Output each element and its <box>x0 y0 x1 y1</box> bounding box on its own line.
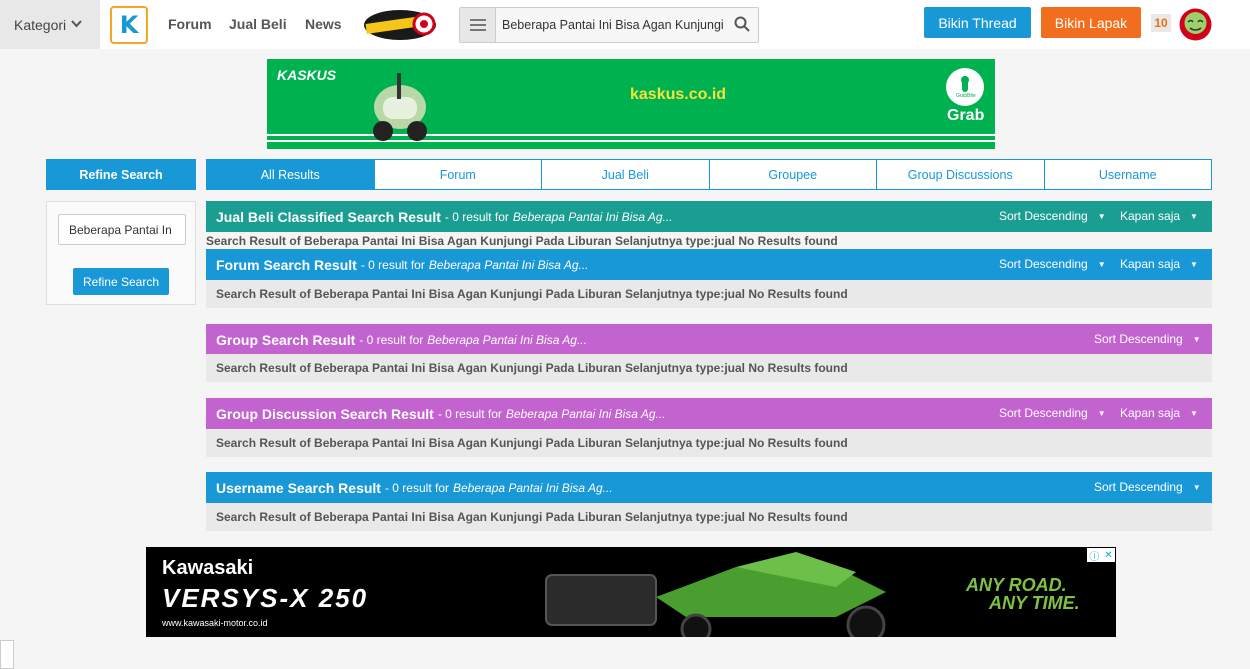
result-title: Username Search Result <box>216 479 381 496</box>
caret-down-icon: ▼ <box>1097 409 1106 419</box>
refine-search-input[interactable] <box>58 214 186 245</box>
sort-dropdown[interactable]: Sort Descending ▼ <box>999 257 1106 271</box>
kategori-dropdown[interactable]: Kategori <box>0 0 100 49</box>
top-navbar: Kategori K Forum Jual Beli News Bikin Th… <box>0 0 1250 49</box>
sort-dropdown[interactable]: Sort Descending ▼ <box>999 209 1106 223</box>
banner-model-name: VERSYS-X 250 <box>162 583 369 613</box>
tab-username[interactable]: Username <box>1043 160 1212 189</box>
kategori-label: Kategori <box>14 16 67 33</box>
caret-down-icon: ▼ <box>1192 335 1201 345</box>
banner-kawasaki-brand: Kawasaki <box>162 557 254 579</box>
tab-groupee[interactable]: Groupee <box>708 160 877 189</box>
caret-down-icon: ▼ <box>1190 212 1198 222</box>
sort-label: Sort Descending <box>999 257 1088 271</box>
result-count: - 0 result for <box>437 406 502 421</box>
group-discussion-result-message: Search Result of Beberapa Pantai Ini Bis… <box>206 429 1212 457</box>
grabfood-label: GrabBite <box>956 93 976 99</box>
sort-dropdown[interactable]: Sort Descending ▼ <box>1094 332 1201 346</box>
motorcycle-image <box>545 552 886 637</box>
group-result-message: Search Result of Beberapa Pantai Ini Bis… <box>206 354 1212 382</box>
username-result-message: Search Result of Beberapa Pantai Ini Bis… <box>206 503 1212 531</box>
bikin-lapak-button[interactable]: Bikin Lapak <box>1041 7 1141 38</box>
caret-down-icon: ▼ <box>1190 260 1198 270</box>
kawasaki-banner[interactable]: Kawasaki VERSYS-X 250 www.kawasaki-motor… <box>146 547 1116 637</box>
chevron-down-icon <box>71 19 82 31</box>
tab-group-discussions[interactable]: Group Discussions <box>876 160 1044 189</box>
info-icon[interactable]: ⓘ <box>1089 548 1099 563</box>
group-result-header: Group Search Result - 0 result for Beber… <box>206 324 1212 355</box>
time-dropdown[interactable]: Kapan saja ▼ <box>1120 209 1198 223</box>
tab-jual-beli[interactable]: Jual Beli <box>541 160 709 189</box>
result-title: Jual Beli Classified Search Result <box>216 208 441 225</box>
close-icon[interactable]: ✕ <box>1104 550 1112 561</box>
result-count: - 0 result for <box>360 257 425 272</box>
result-title: Group Search Result <box>216 331 356 348</box>
banner-site-text: kaskus.co.id <box>630 86 727 103</box>
tab-forum[interactable]: Forum <box>373 160 542 189</box>
refine-search-panel: Refine Search <box>46 201 196 305</box>
sort-label: Sort Descending <box>1094 332 1183 346</box>
search-box <box>459 7 759 43</box>
time-label: Kapan saja <box>1120 209 1181 223</box>
caret-down-icon: ▼ <box>1097 260 1106 270</box>
grabfood-logo <box>946 68 984 106</box>
time-label: Kapan saja <box>1120 406 1181 420</box>
bundul-italia-logo[interactable] <box>360 8 436 42</box>
search-input[interactable] <box>502 15 724 35</box>
forum-result-header: Forum Search Result - 0 result for Beber… <box>206 249 1212 280</box>
time-label: Kapan saja <box>1120 257 1181 271</box>
time-dropdown[interactable]: Kapan saja ▼ <box>1120 257 1198 271</box>
caret-down-icon: ▼ <box>1190 409 1198 419</box>
forum-result-message: Search Result of Beberapa Pantai Ini Bis… <box>206 280 1212 308</box>
result-query: Beberapa Pantai Ini Bisa Ag... <box>512 209 673 224</box>
group-discussion-result-header: Group Discussion Search Result - 0 resul… <box>206 398 1212 429</box>
banner-slogan-line2: ANY TIME. <box>989 593 1080 613</box>
scroll-handle[interactable] <box>0 640 14 669</box>
result-tabs: All Results Forum Jual Beli Groupee Grou… <box>206 159 1212 190</box>
time-dropdown[interactable]: Kapan saja ▼ <box>1120 406 1198 420</box>
refine-search-button[interactable]: Refine Search <box>73 268 169 295</box>
sort-label: Sort Descending <box>1094 480 1183 494</box>
notification-badge[interactable]: 10 <box>1151 14 1171 32</box>
username-result-header: Username Search Result - 0 result for Be… <box>206 472 1212 503</box>
banner-url: www.kawasaki-motor.co.id <box>162 618 268 628</box>
result-title: Forum Search Result <box>216 256 357 273</box>
result-title: Group Discussion Search Result <box>216 405 434 422</box>
caret-down-icon: ▼ <box>1097 212 1106 222</box>
sort-label: Sort Descending <box>999 406 1088 420</box>
caret-down-icon: ▼ <box>1192 483 1201 493</box>
menu-icon[interactable] <box>460 8 496 42</box>
jual-beli-result-header: Jual Beli Classified Search Result - 0 r… <box>206 201 1212 232</box>
logo-letter: K <box>119 11 139 39</box>
avatar[interactable] <box>1179 8 1212 41</box>
result-query: Beberapa Pantai Ini Bisa Ag... <box>427 332 587 347</box>
nav-link-forum[interactable]: Forum <box>168 16 212 32</box>
banner-kaskus-brand: KASKUS <box>277 67 337 83</box>
result-count: - 0 result for <box>384 480 449 495</box>
kaskus-grab-banner[interactable]: KASKUS kaskus.co.id GrabBite Grab <box>267 59 995 149</box>
scooter-image <box>373 73 427 141</box>
result-query: Beberapa Pantai Ini Bisa Ag... <box>453 480 613 495</box>
nav-link-jual-beli[interactable]: Jual Beli <box>229 16 287 32</box>
result-query: Beberapa Pantai Ini Bisa Ag... <box>428 257 589 272</box>
ad-choices[interactable]: ⓘ ✕ <box>1087 548 1115 563</box>
sort-dropdown[interactable]: Sort Descending ▼ <box>1094 480 1201 494</box>
grab-logo-text: Grab <box>947 107 985 124</box>
jual-beli-result-message: Search Result of Beberapa Pantai Ini Bis… <box>206 234 838 248</box>
tab-all-results[interactable]: All Results <box>207 160 374 189</box>
result-count: - 0 result for <box>359 332 424 347</box>
result-query: Beberapa Pantai Ini Bisa Ag... <box>505 406 666 421</box>
refine-search-header: Refine Search <box>46 159 196 190</box>
sort-label: Sort Descending <box>999 209 1088 223</box>
nav-link-news[interactable]: News <box>305 16 342 32</box>
search-icon[interactable] <box>734 16 750 32</box>
sort-dropdown[interactable]: Sort Descending ▼ <box>999 406 1106 420</box>
kaskus-logo[interactable]: K <box>110 6 148 44</box>
result-count: - 0 result for <box>444 209 509 224</box>
bikin-thread-button[interactable]: Bikin Thread <box>924 7 1031 38</box>
